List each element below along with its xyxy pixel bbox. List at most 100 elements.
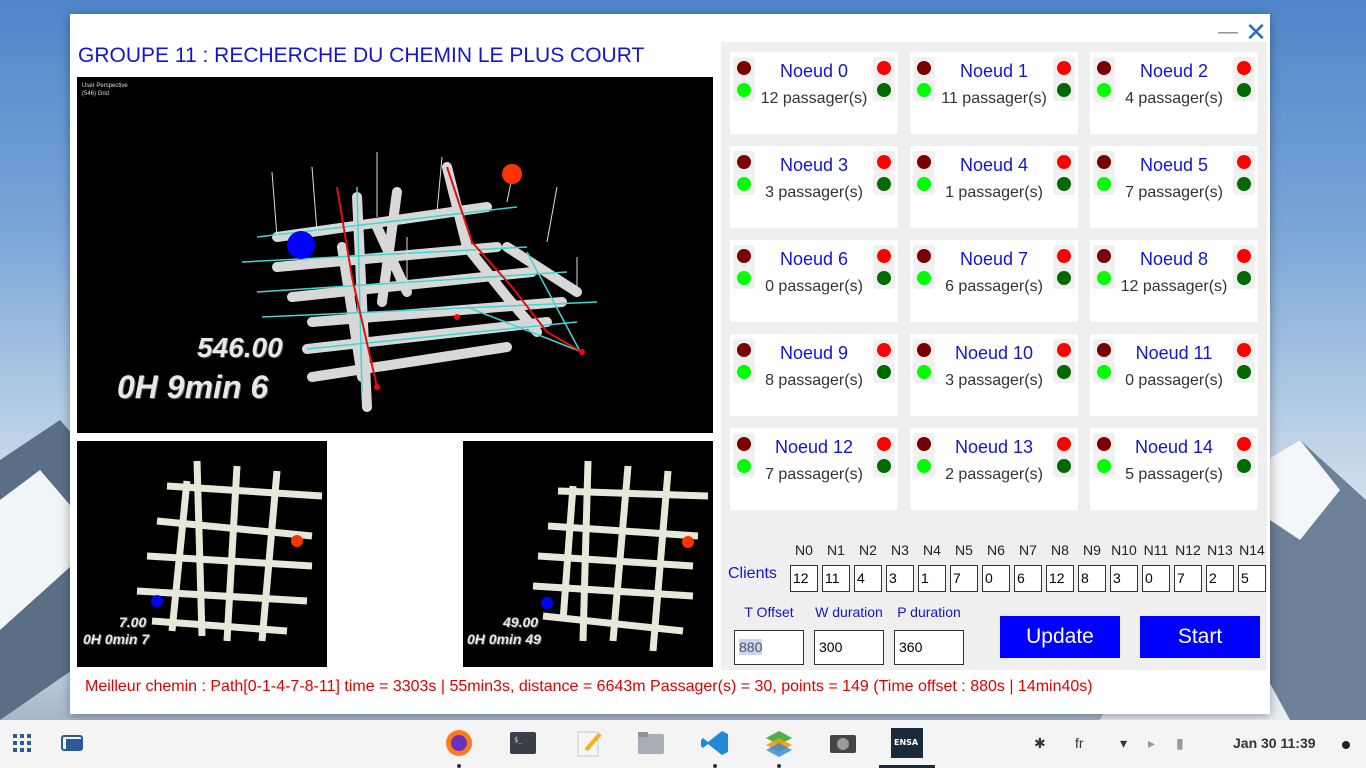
client-count-input[interactable]: 11 [822, 565, 850, 592]
right-mini-view[interactable]: 49.00 0H 0min 49 [463, 441, 713, 667]
client-count-input[interactable]: 1 [918, 565, 946, 592]
client-count-input[interactable]: 3 [886, 565, 914, 592]
node-status-dot-green-box [1233, 173, 1255, 195]
node-status-dot-dark-red-box [913, 57, 935, 79]
firefox-running-indicator [457, 764, 461, 768]
close-icon[interactable]: ✕ [1244, 19, 1268, 45]
text-editor-icon[interactable] [574, 728, 604, 758]
files-icon[interactable] [636, 728, 666, 758]
node-card-9: Noeud 98 passager(s) [730, 334, 898, 416]
node-status-dot-red [1057, 343, 1071, 357]
node-status-dot-green [1057, 459, 1071, 473]
main-score-value: 546.00 [197, 332, 283, 363]
client-header: N10 [1111, 542, 1137, 558]
node-status-dot-red-box [1233, 433, 1255, 455]
camera-icon[interactable] [828, 728, 858, 758]
node-status-dot-dark-red [1097, 155, 1111, 169]
node-status-dot-lime-box [913, 361, 935, 383]
client-count-input[interactable]: 7 [950, 565, 978, 592]
taskbar: $_ ENSA ✱ fr ▾ ▸ ▮ Jan 30 11:39 [0, 720, 1366, 768]
w-duration-input[interactable]: 300 [814, 630, 884, 665]
node-status-dot-green [877, 271, 891, 285]
node-status-dot-green [1057, 177, 1071, 191]
node-status-dot-green-box [1053, 267, 1075, 289]
client-header: N12 [1175, 542, 1201, 558]
node-card-5: Noeud 57 passager(s) [1090, 146, 1258, 228]
client-header: N2 [859, 542, 877, 558]
client-count-input[interactable]: 0 [1142, 565, 1170, 592]
node-status-dot-lime [737, 177, 751, 191]
node-status-dot-green-box [873, 455, 895, 477]
client-count-input[interactable]: 5 [1238, 565, 1266, 592]
client-count-input[interactable]: 7 [1174, 565, 1202, 592]
client-count-input[interactable]: 6 [1014, 565, 1042, 592]
client-header: N3 [891, 542, 909, 558]
right-score-value: 49.00 [503, 614, 539, 630]
workspaces-icon[interactable] [58, 728, 88, 758]
wifi-icon[interactable]: ▾ [1120, 735, 1127, 752]
node-status-dot-red-box [1053, 433, 1075, 455]
update-button[interactable]: Update [1000, 616, 1120, 658]
node-status-dot-red [1237, 437, 1251, 451]
vscode-icon[interactable] [700, 728, 730, 758]
node-status-dot-lime-box [733, 361, 755, 383]
client-count-input[interactable]: 12 [1046, 565, 1074, 592]
node-status-dot-red [1057, 61, 1071, 75]
node-status-dot-lime [917, 459, 931, 473]
node-card-8: Noeud 8 12 passager(s) [1090, 240, 1258, 322]
layers-icon[interactable] [764, 728, 794, 758]
volume-icon[interactable]: ▸ [1148, 735, 1155, 752]
firefox-icon[interactable] [444, 728, 474, 758]
clients-label: Clients [728, 565, 777, 582]
bluetooth-icon[interactable]: ✱ [1034, 735, 1046, 752]
t-offset-input[interactable]: 880 [734, 630, 804, 665]
client-header: N0 [795, 542, 813, 558]
battery-icon[interactable]: ▮ [1176, 735, 1184, 752]
node-status-dot-lime-box [913, 267, 935, 289]
node-status-dot-lime [917, 365, 931, 379]
client-count-input[interactable]: 3 [1110, 565, 1138, 592]
language-indicator[interactable]: fr [1075, 735, 1084, 751]
svg-text:ENSA: ENSA [894, 738, 919, 747]
left-mini-view[interactable]: 7.00 0H 0min 7 [77, 441, 327, 667]
node-status-dot-dark-red [917, 437, 931, 451]
node-card-13: Noeud 13 2 passager(s) [910, 428, 1078, 510]
start-button[interactable]: Start [1140, 616, 1260, 658]
client-count-input[interactable]: 8 [1078, 565, 1106, 592]
client-header: N9 [1083, 542, 1101, 558]
node-card-11: Noeud 11 0 passager(s) [1090, 334, 1258, 416]
node-card-14: Noeud 14 5 passager(s) [1090, 428, 1258, 510]
ensa-app-icon[interactable]: ENSA [891, 728, 923, 758]
client-count-input[interactable]: 12 [790, 565, 818, 592]
clock[interactable]: Jan 30 11:39 [1233, 735, 1316, 751]
client-count-input[interactable]: 2 [1206, 565, 1234, 592]
best-path-result: Meilleur chemin : Path[0-1-4-7-8-11] tim… [85, 678, 1093, 695]
node-status-dot-green-box [873, 267, 895, 289]
node-status-dot-red-box [873, 151, 895, 173]
notification-dot[interactable] [1342, 741, 1350, 749]
node-status-dot-red-box [1233, 151, 1255, 173]
node-status-dot-green [1237, 365, 1251, 379]
terminal-icon[interactable]: $_ [508, 728, 538, 758]
minimize-icon[interactable]: — [1216, 20, 1240, 44]
client-count-input[interactable]: 4 [854, 565, 882, 592]
node-card-2: Noeud 24 passager(s) [1090, 52, 1258, 134]
node-status-dot-red [877, 155, 891, 169]
node-status-dot-lime-box [1093, 173, 1115, 195]
node-status-dot-lime [737, 459, 751, 473]
client-header: N4 [923, 542, 941, 558]
client-count-input[interactable]: 0 [982, 565, 1010, 592]
client-header: N1 [827, 542, 845, 558]
client-header: N13 [1207, 542, 1233, 558]
node-status-dot-green-box [873, 361, 895, 383]
node-status-dot-green-box [1233, 361, 1255, 383]
main-3d-view[interactable]: User Perspective (546) Grid 546.00 0H 9m… [77, 77, 713, 433]
node-status-dot-red-box [1233, 57, 1255, 79]
node-status-dot-lime [917, 83, 931, 97]
client-header: N14 [1239, 542, 1265, 558]
node-status-dot-dark-red-box [733, 433, 755, 455]
node-status-dot-dark-red [1097, 343, 1111, 357]
apps-grid-icon[interactable] [10, 728, 40, 758]
p-duration-input[interactable]: 360 [894, 630, 964, 665]
node-status-dot-lime-box [1093, 455, 1115, 477]
